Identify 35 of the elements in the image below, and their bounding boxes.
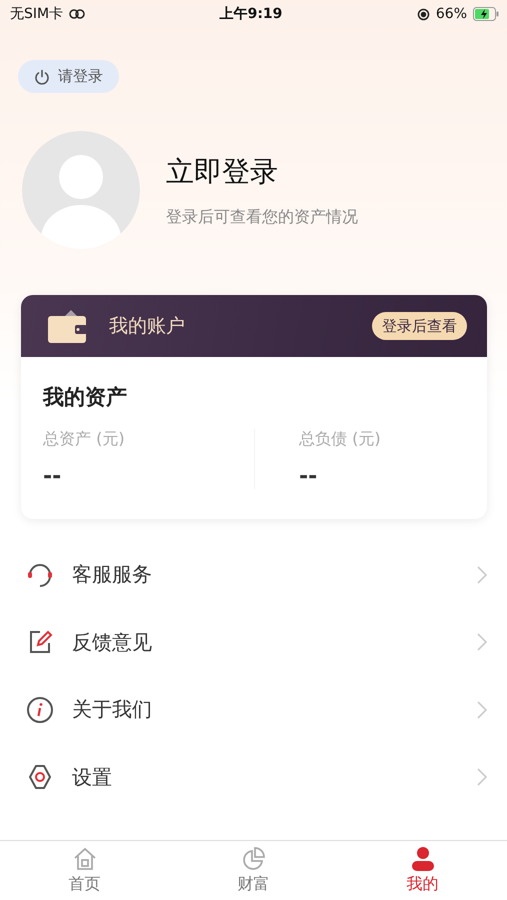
menu-item[interactable]: 反馈意见 (0, 608, 507, 676)
profile-subtitle: 登录后可查看您的资产情况 (166, 206, 358, 228)
chevron-right-icon (477, 700, 487, 719)
chevron-right-icon (477, 633, 487, 652)
card-title: 我的账户 (109, 314, 185, 339)
login-button[interactable]: 请登录 (18, 60, 119, 93)
menu-item[interactable]: 关于我们 (0, 676, 507, 744)
clock-time: 上午9:19 (220, 5, 282, 23)
carrier-text: 无SIM卡 (10, 5, 64, 23)
chevron-right-icon (477, 566, 487, 584)
profile-title[interactable]: 立即登录 (166, 152, 358, 190)
section-title: 我的资产 (43, 384, 128, 411)
wallet-icon (47, 308, 87, 344)
stat-value: -- (43, 464, 62, 489)
avatar[interactable] (22, 131, 140, 249)
stat-label: 总负债 (元) (299, 429, 382, 450)
person-icon (410, 846, 436, 872)
view-after-login-button[interactable]: 登录后查看 (372, 312, 467, 340)
settings-icon (26, 763, 54, 792)
info-icon (26, 696, 54, 724)
tab[interactable]: 首页 (0, 841, 169, 900)
menu-item[interactable]: 客服服务 (0, 541, 507, 608)
chevron-right-icon (477, 768, 487, 786)
home-icon (72, 846, 98, 872)
battery-icon (473, 7, 499, 21)
menu-item[interactable]: 设置 (0, 744, 507, 811)
battery-percent: 66% (436, 6, 467, 22)
tab[interactable]: 财富 (169, 841, 338, 900)
stat-value: -- (299, 464, 318, 489)
pie-chart-icon (240, 846, 266, 872)
link-icon (69, 8, 86, 20)
orientation-lock-icon (416, 8, 430, 20)
stat-label: 总资产 (元) (43, 429, 126, 450)
power-icon (34, 68, 50, 84)
tab[interactable]: 我的 (338, 841, 507, 900)
